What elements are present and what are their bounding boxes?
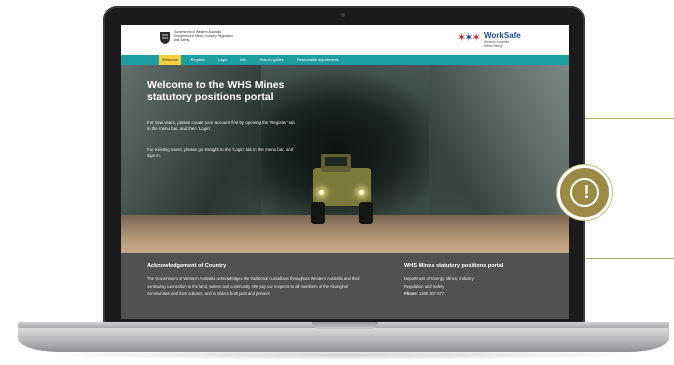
mining-truck-image — [307, 150, 377, 225]
site-footer: Acknowledgement of Country The Governmen… — [121, 253, 569, 319]
portal-heading: WHS Mines statutory positions portal — [404, 263, 504, 269]
nav-login[interactable]: Login — [215, 55, 230, 65]
phone-label: Phone: — [404, 291, 418, 296]
nav-info[interactable]: Info — [237, 55, 249, 65]
hero-banner: Welcome to the WHS Mines statutory posit… — [121, 65, 569, 253]
contact-details: Department of Energy, Mines, Industry Re… — [404, 275, 534, 298]
webcam — [341, 13, 345, 17]
government-logo-text: Government of Western Australia Departme… — [174, 30, 234, 42]
dept-line-1: Department of Energy, Mines, Industry — [404, 276, 474, 281]
worksafe-subtitle: Western Australia Mines Safety — [484, 40, 509, 48]
laptop-base — [18, 322, 669, 352]
worksafe-sub-2: Mines Safety — [484, 44, 503, 48]
hero-existing-users-text: For existing users, please go straight t… — [147, 147, 294, 158]
callout-line-bottom — [585, 258, 674, 259]
acknowledgement-text: The Government of Western Australia ackn… — [147, 276, 360, 296]
nav-welcome[interactable]: Welcome — [159, 55, 181, 65]
worksafe-figures-icon: ✶✶✶ — [457, 32, 481, 44]
nav-how-to-guides[interactable]: How-to guides — [257, 55, 287, 65]
exclamation-circle-icon: ! — [557, 165, 612, 220]
wa-crest-icon — [160, 32, 170, 44]
acknowledgement-heading: Acknowledgement of Country — [147, 263, 227, 269]
phone-number[interactable]: 1300 307 877 — [419, 291, 444, 296]
stage: Government of Western Australia Departme… — [0, 0, 674, 365]
callout-line-top — [585, 118, 674, 119]
hero-new-users-text: For new users, please create your accoun… — [147, 120, 295, 131]
dept-line-2: Regulation and Safety — [404, 283, 445, 289]
nav-register[interactable]: Register — [188, 55, 208, 65]
site-header: Government of Western Australia Departme… — [121, 25, 569, 55]
phone-line: Phone: 1300 307 877 — [404, 290, 534, 298]
main-nav: Welcome Register Login Info How-to guide… — [121, 55, 569, 65]
laptop-notch — [312, 322, 378, 329]
laptop-screen: Government of Western Australia Departme… — [121, 25, 569, 319]
nav-reasonable-adjustments[interactable]: Reasonable adjustments — [294, 55, 342, 65]
worksafe-logo[interactable]: ✶✶✶ WorkSafe Western Australia Mines Saf… — [457, 30, 547, 50]
hero-title: Welcome to the WHS Mines statutory posit… — [147, 79, 285, 103]
gov-line-3: and Safety — [174, 38, 190, 42]
worksafe-title: WorkSafe — [484, 31, 521, 40]
alert-symbol: ! — [583, 182, 590, 202]
